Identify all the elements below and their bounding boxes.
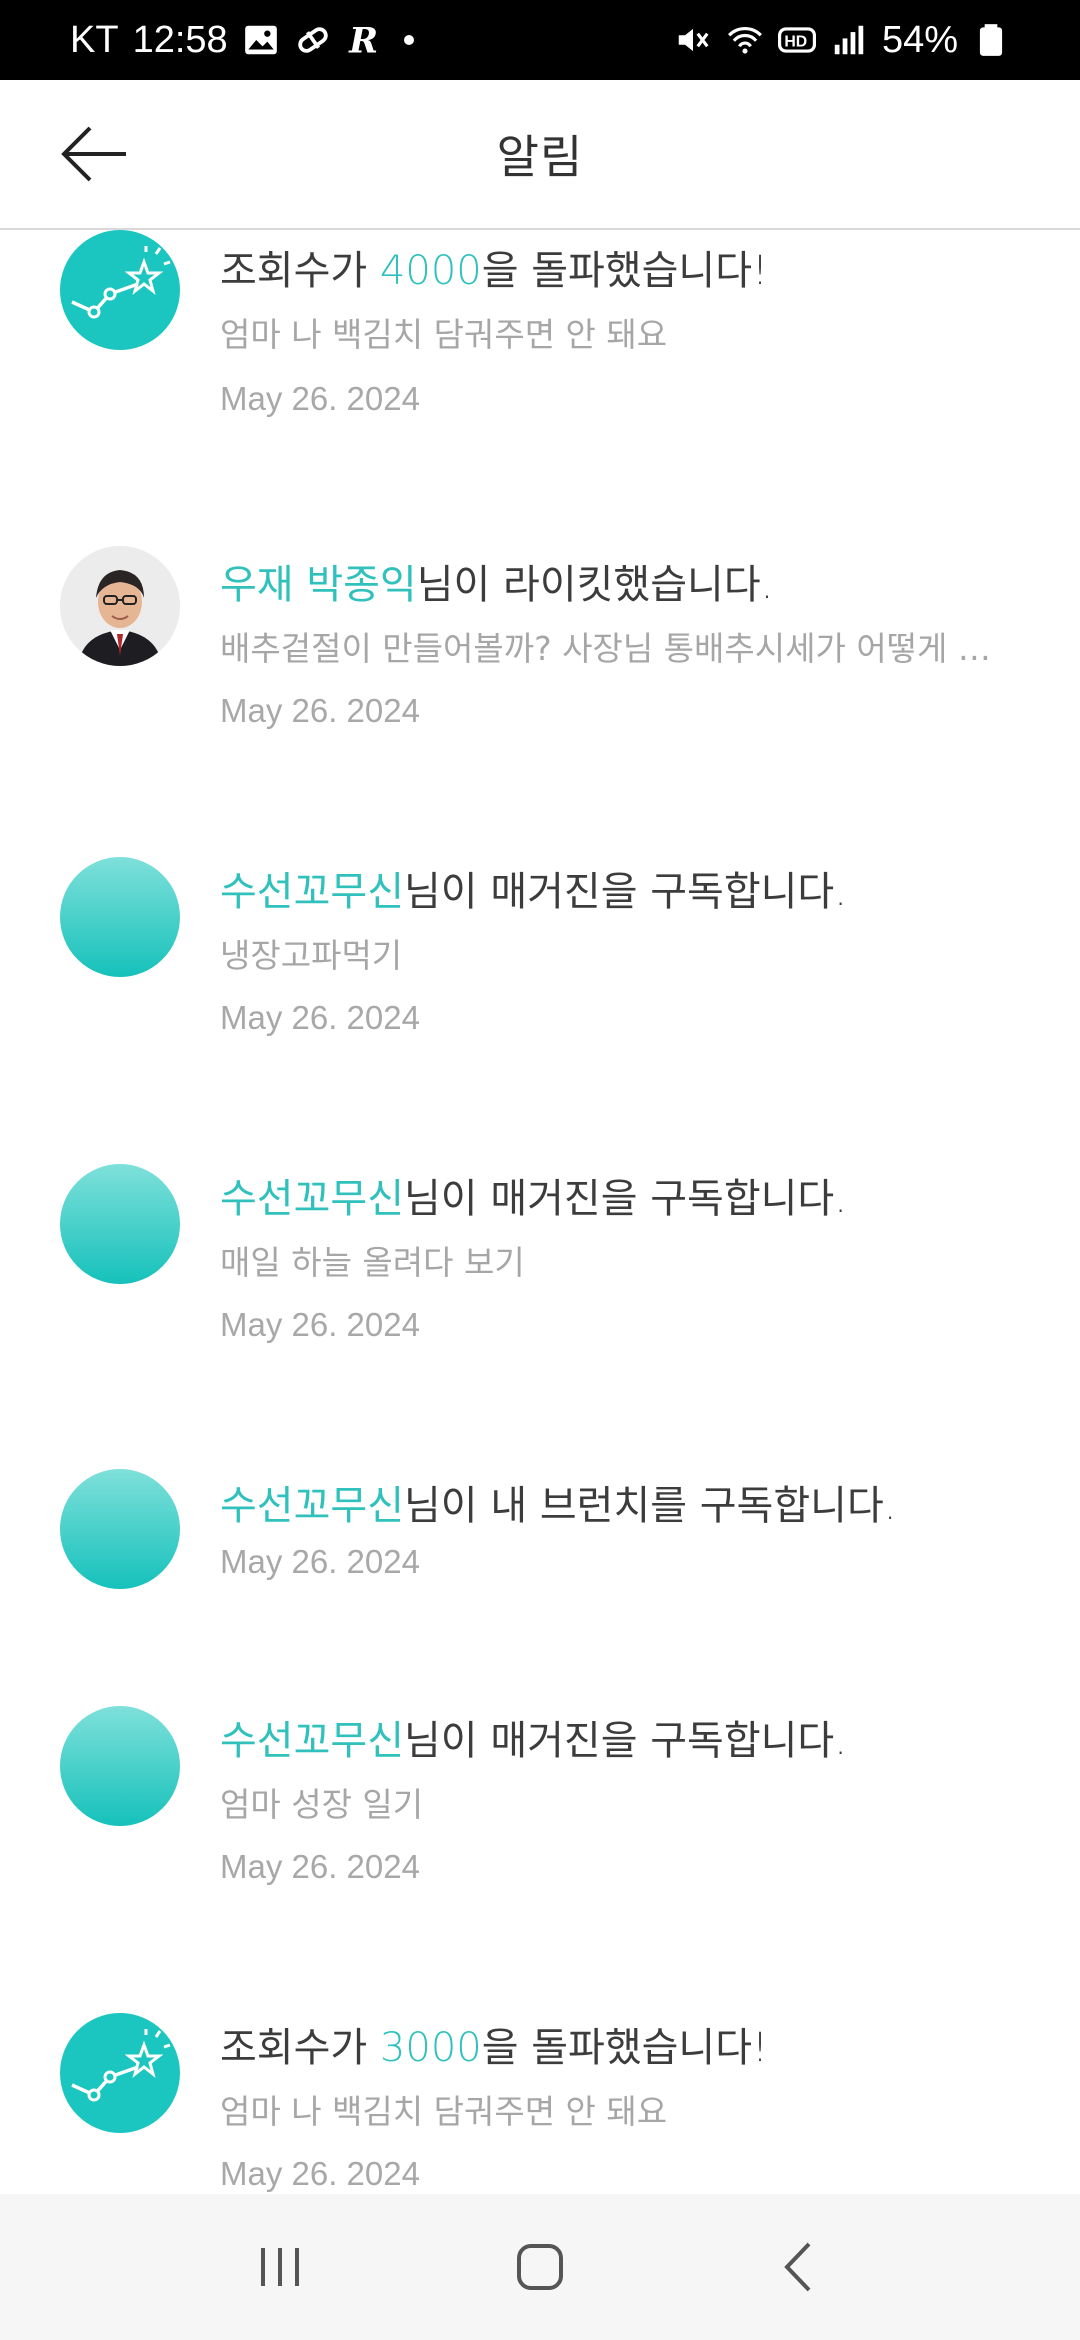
- user-avatar[interactable]: [60, 546, 180, 666]
- gradient-avatar[interactable]: [60, 1706, 180, 1826]
- title-highlight[interactable]: 수선꼬무신: [220, 1718, 404, 1764]
- notification-item[interactable]: 수선꼬무신님이 매거진을 구독합니다. 매일 하늘 올려다 보기 May 26.…: [0, 1134, 1080, 1434]
- notification-item[interactable]: 조회수가 4000을 돌파했습니다! 엄마 나 백김치 담궈주면 안 돼요 Ma…: [0, 230, 1080, 498]
- gradient-avatar[interactable]: [60, 1164, 180, 1284]
- notification-subtitle: 배추겉절이 만들어볼까? 사장님 통배추시세가 어떻게 …: [220, 629, 991, 668]
- notification-title: 수선꼬무신님이 매거진을 구독합니다.: [220, 1708, 847, 1766]
- notification-subtitle: 매일 하늘 올려다 보기: [220, 1243, 525, 1282]
- system-nav-bar: [0, 2194, 1080, 2340]
- system-back-button[interactable]: [760, 2227, 840, 2307]
- battery-icon: [972, 21, 1010, 59]
- notification-title: 조회수가 4000을 돌파했습니다!: [220, 238, 768, 296]
- title-highlight[interactable]: 우재 박종익: [220, 562, 417, 608]
- notification-date: May 26. 2024: [220, 380, 420, 417]
- svg-text:HD: HD: [784, 33, 807, 50]
- home-button[interactable]: [500, 2227, 580, 2307]
- r-app-icon: R: [346, 21, 384, 59]
- wifi-icon: [726, 21, 764, 59]
- app-header: 알림: [0, 80, 1080, 230]
- notification-item[interactable]: 우재 박종익님이 라이킷했습니다. 배추겉절이 만들어볼까? 사장님 통배추시세…: [0, 520, 1080, 820]
- title-highlight[interactable]: 수선꼬무신: [220, 1483, 404, 1529]
- chart-star-icon: [60, 230, 180, 350]
- notification-item[interactable]: 수선꼬무신님이 매거진을 구독합니다. 엄마 성장 일기 May 26. 202…: [0, 1676, 1080, 1976]
- notification-title: 수선꼬무신님이 매거진을 구독합니다.: [220, 1166, 847, 1224]
- status-bar: KT 12:58 R HD 54%: [0, 0, 1080, 80]
- title-text: 님이 라이킷했습니다.: [416, 562, 774, 608]
- title-text: 님이 매거진을 구독합니다.: [404, 1176, 847, 1222]
- signal-icon: [830, 21, 868, 59]
- image-icon: [242, 21, 280, 59]
- screen: KT 12:58 R HD 54% 알림 조회수가 4000을 돌파했습니다! …: [0, 0, 1080, 2340]
- title-text: 님이 내 브런치를 구독합니다.: [404, 1483, 897, 1529]
- chart-star-icon: [60, 2013, 180, 2133]
- home-icon: [517, 2244, 563, 2290]
- notification-date: May 26. 2024: [220, 1848, 420, 1885]
- carrier-label: KT: [70, 18, 119, 61]
- notification-date: May 26. 2024: [220, 692, 420, 729]
- notification-subtitle: 엄마 나 백김치 담궈주면 안 돼요: [220, 2092, 668, 2131]
- status-right: HD 54%: [674, 19, 1010, 62]
- battery-percent: 54%: [881, 18, 958, 61]
- title-text: 님이 매거진을 구독합니다.: [404, 869, 847, 915]
- pill-icon: [294, 21, 332, 59]
- clock: 12:58: [132, 18, 228, 61]
- notification-title: 수선꼬무신님이 내 브런치를 구독합니다.: [220, 1473, 896, 1531]
- title-highlight: 3000: [379, 2025, 482, 2071]
- page-title: 알림: [496, 130, 584, 184]
- title-text: 을 돌파했습니다!: [481, 2025, 769, 2071]
- title-text: 님이 매거진을 구독합니다.: [404, 1718, 847, 1764]
- hd-icon: HD: [777, 21, 816, 59]
- title-text: 조회수가: [220, 2025, 380, 2071]
- back-icon: [784, 2242, 811, 2292]
- recent-apps-icon: [261, 2248, 299, 2286]
- status-left: KT 12:58 R: [70, 19, 414, 62]
- title-highlight: 4000: [379, 248, 482, 294]
- notification-list[interactable]: 조회수가 4000을 돌파했습니다! 엄마 나 백김치 담궈주면 안 돼요 Ma…: [0, 230, 1080, 2194]
- notification-item[interactable]: 수선꼬무신님이 내 브런치를 구독합니다. May 26. 2024: [0, 1441, 1080, 1681]
- notification-subtitle: 엄마 나 백김치 담궈주면 안 돼요: [220, 315, 668, 354]
- title-text: 조회수가: [220, 248, 380, 294]
- dot-icon: [403, 35, 414, 45]
- back-button[interactable]: [58, 124, 130, 184]
- gradient-avatar[interactable]: [60, 857, 180, 977]
- title-highlight[interactable]: 수선꼬무신: [220, 1176, 404, 1222]
- mute-icon: [674, 21, 712, 59]
- notification-title: 우재 박종익님이 라이킷했습니다.: [220, 552, 773, 610]
- notification-date: May 26. 2024: [220, 2155, 420, 2192]
- notification-date: May 26. 2024: [220, 1543, 420, 1580]
- gradient-avatar[interactable]: [60, 1469, 180, 1589]
- recent-apps-button[interactable]: [240, 2227, 320, 2307]
- notification-date: May 26. 2024: [220, 999, 420, 1036]
- notification-title: 조회수가 3000을 돌파했습니다!: [220, 2015, 768, 2073]
- arrow-left-icon: [61, 126, 126, 182]
- notification-date: May 26. 2024: [220, 1306, 420, 1343]
- notification-subtitle: 냉장고파먹기: [220, 936, 403, 975]
- svg-text:R: R: [348, 21, 378, 59]
- notification-item[interactable]: 조회수가 3000을 돌파했습니다! 엄마 나 백김치 담궈주면 안 돼요 Ma…: [0, 1983, 1080, 2194]
- title-text: 을 돌파했습니다!: [481, 248, 769, 294]
- title-highlight[interactable]: 수선꼬무신: [220, 869, 404, 915]
- notification-item[interactable]: 수선꼬무신님이 매거진을 구독합니다. 냉장고파먹기 May 26. 2024: [0, 827, 1080, 1127]
- notification-subtitle: 엄마 성장 일기: [220, 1785, 424, 1824]
- notification-title: 수선꼬무신님이 매거진을 구독합니다.: [220, 859, 847, 917]
